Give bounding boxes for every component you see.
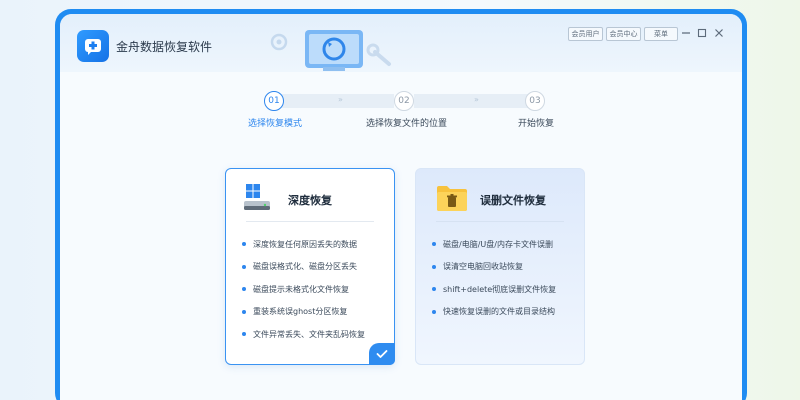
list-item: shift+delete彻底误删文件恢复: [432, 278, 556, 301]
app-logo-icon: [77, 30, 109, 62]
bullet-icon: [242, 332, 246, 337]
feature-text: 磁盘/电脑/U盘/内存卡文件误删: [443, 239, 553, 249]
step-3-number: 03: [525, 91, 545, 111]
monitor-illustration-icon: [270, 30, 391, 71]
list-item: 磁盘误格式化、磁盘分区丢失: [242, 256, 365, 279]
folder-trash-icon: [437, 186, 467, 211]
app-title: 金舟数据恢复软件: [116, 40, 213, 54]
selected-check-icon: [369, 343, 395, 365]
bullet-icon: [432, 309, 436, 314]
minimize-icon[interactable]: [679, 26, 693, 40]
feature-text: 磁盘误格式化、磁盘分区丢失: [253, 262, 357, 272]
bullet-icon: [242, 287, 246, 292]
step-track: [414, 94, 529, 108]
deleted-file-recovery-features: 磁盘/电脑/U盘/内存卡文件误删 误清空电脑回收站恢复 shift+delete…: [432, 233, 556, 323]
feature-text: 磁盘提示未格式化文件恢复: [253, 284, 349, 294]
chevron-right-icon: »: [338, 95, 343, 104]
app-window: 金舟数据恢复软件 会员用户 会员中心 菜单 » » 01 02 03 选择恢复模…: [55, 9, 747, 400]
feature-text: shift+delete彻底误删文件恢复: [443, 284, 557, 294]
deleted-file-recovery-title: 误删文件恢复: [480, 194, 546, 207]
feature-text: 误清空电脑回收站恢复: [443, 262, 523, 272]
list-item: 快速恢复误删的文件或目录结构: [432, 301, 556, 324]
maximize-icon[interactable]: [695, 26, 709, 40]
bullet-icon: [242, 264, 246, 269]
drive-windows-icon: [244, 184, 270, 210]
divider: [246, 221, 374, 222]
deep-recovery-features: 深度恢复任何原因丢失的数据 磁盘误格式化、磁盘分区丢失 磁盘提示未格式化文件恢复…: [242, 233, 365, 346]
bullet-icon: [242, 242, 246, 247]
window-body: 金舟数据恢复软件 会员用户 会员中心 菜单 » » 01 02 03 选择恢复模…: [60, 14, 742, 400]
close-icon[interactable]: [712, 26, 726, 40]
bullet-icon: [242, 309, 246, 314]
step-indicator: » » 01 02 03 选择恢复模式 选择恢复文件的位置 开始恢复: [60, 88, 742, 129]
step-1-label: 选择恢复模式: [248, 119, 303, 129]
deleted-file-recovery-card[interactable]: 误删文件恢复 磁盘/电脑/U盘/内存卡文件误删 误清空电脑回收站恢复 shift…: [415, 168, 585, 365]
step-1-number: 01: [264, 91, 284, 111]
step-2-label: 选择恢复文件的位置: [366, 119, 448, 129]
list-item: 误清空电脑回收站恢复: [432, 256, 556, 279]
feature-text: 深度恢复任何原因丢失的数据: [253, 239, 357, 249]
list-item: 深度恢复任何原因丢失的数据: [242, 233, 365, 256]
divider: [436, 221, 564, 222]
deep-recovery-title: 深度恢复: [288, 194, 332, 207]
menu-button[interactable]: 菜单: [644, 27, 678, 41]
step-track: [274, 94, 394, 108]
list-item: 重装系统误ghost分区恢复: [242, 301, 365, 324]
feature-text: 快速恢复误删的文件或目录结构: [443, 307, 555, 317]
list-item: 磁盘/电脑/U盘/内存卡文件误删: [432, 233, 556, 256]
feature-text: 重装系统误ghost分区恢复: [253, 307, 348, 317]
deep-recovery-card[interactable]: 深度恢复 深度恢复任何原因丢失的数据 磁盘误格式化、磁盘分区丢失 磁盘提示未格式…: [225, 168, 395, 365]
bullet-icon: [432, 264, 436, 269]
titlebar: 金舟数据恢复软件 会员用户 会员中心 菜单: [60, 14, 742, 72]
bullet-icon: [432, 242, 436, 247]
member-center-button[interactable]: 会员中心: [606, 27, 641, 41]
list-item: 磁盘提示未格式化文件恢复: [242, 278, 365, 301]
chevron-right-icon: »: [474, 95, 479, 104]
bullet-icon: [432, 287, 436, 292]
member-user-button[interactable]: 会员用户: [568, 27, 603, 41]
step-2-number: 02: [394, 91, 414, 111]
feature-text: 文件异常丢失、文件夹乱码恢复: [253, 329, 365, 339]
step-3-label: 开始恢复: [518, 119, 555, 129]
list-item: 文件异常丢失、文件夹乱码恢复: [242, 323, 365, 346]
